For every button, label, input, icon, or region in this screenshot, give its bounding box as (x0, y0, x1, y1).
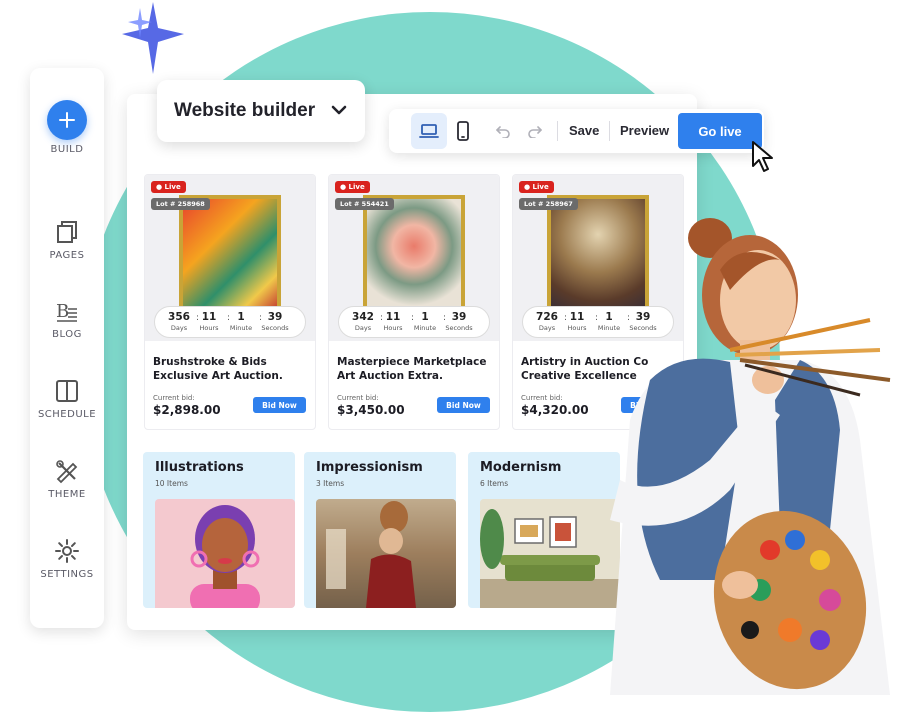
preview-button[interactable]: Preview (620, 123, 669, 138)
seconds-value: 39 (451, 311, 467, 323)
bid-value: $3,450.00 (337, 403, 405, 417)
hours-value: 11 (569, 311, 585, 323)
lot-badge: Lot # 554421 (335, 198, 394, 210)
bid-now-button[interactable]: Bid Now (437, 397, 490, 413)
dropdown-label: Website builder (174, 100, 316, 121)
lot-badge: Lot # 258967 (519, 198, 578, 210)
category-card[interactable]: Impressionism 3 Items (304, 452, 456, 608)
artwork-image: ● Live Lot # 258968 356 Days : 11 Hours : … (145, 175, 315, 341)
hours-unit: Hours (383, 324, 403, 332)
bid-label: Current bid: (153, 394, 195, 402)
minute-unit: Minute (413, 324, 437, 332)
sidebar-item-label: BLOG (52, 329, 82, 340)
sidebar-item-label: SCHEDULE (37, 409, 97, 420)
category-count: 3 Items (316, 479, 345, 488)
auction-card[interactable]: ● Live Lot # 554421 342 Days : 11 Hours : … (328, 174, 500, 430)
seconds-unit: Seconds (261, 324, 289, 332)
gear-icon (55, 539, 79, 563)
sidebar-item-schedule[interactable]: SCHEDULE (30, 377, 104, 420)
illustration-image (155, 499, 295, 608)
phone-icon (457, 121, 469, 141)
blog-icon: B (56, 301, 77, 322)
minute-unit: Minute (229, 324, 253, 332)
book-icon (56, 380, 78, 402)
sidebar-item-pages[interactable]: PAGES (30, 218, 104, 261)
hours-unit: Hours (567, 324, 587, 332)
artist-woman-image (610, 218, 891, 695)
live-badge: ● Live (151, 181, 186, 193)
lot-badge: Lot # 258968 (151, 198, 210, 210)
auction-card[interactable]: ● Live Lot # 258968 356 Days : 11 Hours : … (144, 174, 316, 430)
live-badge: ● Live (519, 181, 554, 193)
redo-icon (528, 126, 542, 138)
toolbar-divider (609, 121, 610, 141)
card-title: Masterpiece Marketplace Art Auction Extr… (337, 356, 487, 382)
hours-unit: Hours (199, 324, 219, 332)
sidebar-item-label: PAGES (49, 250, 85, 261)
brush-ruler-icon (56, 460, 78, 484)
sidebar-item-label: THEME (48, 489, 86, 500)
sidebar-item-settings[interactable]: SETTINGS (30, 537, 104, 580)
undo-icon (496, 126, 510, 138)
countdown-timer: 356 Days : 11 Hours : 1 Minute : 39 Seconds (154, 306, 306, 338)
sidebar-item-theme[interactable]: THEME (30, 457, 104, 500)
undo-button[interactable] (493, 121, 513, 141)
editor-toolbar: Save Preview Go live (389, 109, 764, 153)
bid-label: Current bid: (521, 394, 563, 402)
artwork-image: ● Live Lot # 554421 342 Days : 11 Hours : … (329, 175, 499, 341)
sidebar-item-blog[interactable]: B BLOG (30, 297, 104, 340)
days-unit: Days (538, 324, 556, 332)
days-value: 356 (168, 311, 190, 323)
minute-value: 1 (421, 311, 429, 323)
bid-label: Current bid: (337, 394, 379, 402)
days-unit: Days (354, 324, 372, 332)
painting-frame (179, 195, 281, 321)
days-unit: Days (170, 324, 188, 332)
redo-button[interactable] (525, 121, 545, 141)
mouse-cursor-icon (752, 141, 773, 172)
bid-value: $2,898.00 (153, 403, 221, 417)
pages-icon (57, 221, 77, 243)
laptop-icon (419, 124, 439, 138)
toolbar-divider (557, 121, 558, 141)
category-card[interactable]: Illustrations 10 Items (143, 452, 295, 608)
seconds-value: 39 (267, 311, 283, 323)
sidebar-item-label: SETTINGS (40, 569, 94, 580)
live-badge: ● Live (335, 181, 370, 193)
category-title: Modernism (480, 460, 562, 475)
category-count: 10 Items (155, 479, 188, 488)
countdown-timer: 342 Days : 11 Hours : 1 Minute : 39 Seconds (338, 306, 490, 338)
days-value: 726 (536, 311, 558, 323)
bid-value: $4,320.00 (521, 403, 589, 417)
sidebar-item-label: BUILD (50, 144, 84, 155)
svg-text:B: B (56, 301, 70, 322)
impressionism-image (316, 499, 456, 608)
card-title: Brushstroke & Bids Exclusive Art Auction… (153, 356, 283, 382)
sidebar: BUILD PAGES B BLOG SCHEDULE THEME SETTIN… (30, 68, 104, 628)
minute-value: 1 (237, 311, 245, 323)
desktop-view-button[interactable] (411, 113, 447, 149)
seconds-unit: Seconds (445, 324, 473, 332)
mobile-view-button[interactable] (445, 113, 481, 149)
hours-value: 11 (201, 311, 217, 323)
hours-value: 11 (385, 311, 401, 323)
sidebar-item-build[interactable]: BUILD (30, 100, 104, 155)
category-title: Illustrations (155, 460, 244, 475)
sparkle-decoration (122, 2, 184, 74)
painting-frame (363, 195, 465, 321)
bid-now-button[interactable]: Bid Now (253, 397, 306, 413)
save-button[interactable]: Save (569, 123, 599, 138)
category-count: 6 Items (480, 479, 509, 488)
plus-icon (47, 100, 87, 140)
category-title: Impressionism (316, 460, 423, 475)
website-builder-dropdown[interactable]: Website builder (157, 80, 365, 142)
chevron-down-icon (331, 105, 347, 115)
days-value: 342 (352, 311, 374, 323)
